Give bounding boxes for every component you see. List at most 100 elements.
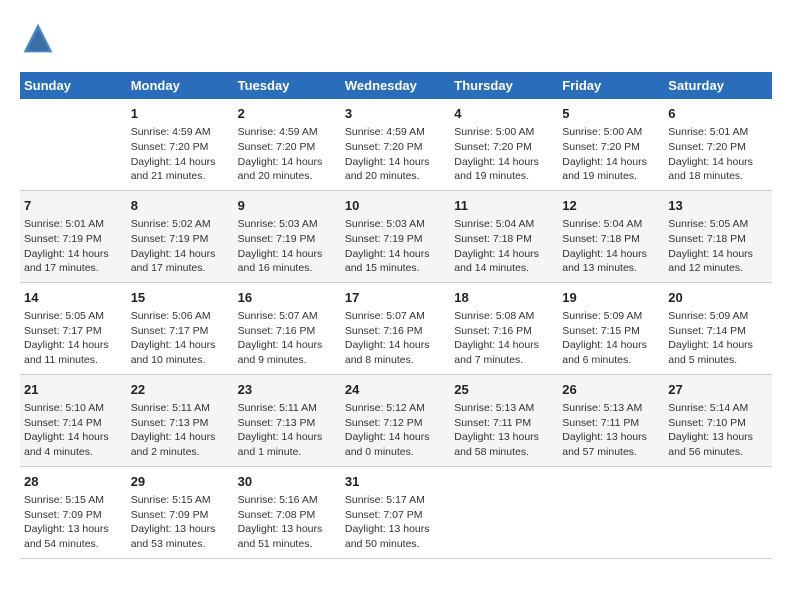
calendar-header: SundayMondayTuesdayWednesdayThursdayFrid…: [20, 72, 772, 99]
calendar-cell: 27Sunrise: 5:14 AMSunset: 7:10 PMDayligh…: [664, 374, 772, 466]
day-detail: Sunrise: 5:13 AMSunset: 7:11 PMDaylight:…: [562, 401, 660, 460]
day-number: 12: [562, 197, 660, 215]
header-cell-friday: Friday: [558, 72, 664, 99]
day-detail: Sunrise: 5:16 AMSunset: 7:08 PMDaylight:…: [238, 493, 337, 552]
calendar-cell: 15 Sunrise: 5:06 AMSunset: 7:17 PMDayligh…: [127, 282, 234, 374]
day-detail: Sunrise: 5:15 AMSunset: 7:09 PMDaylight:…: [24, 493, 123, 552]
day-detail: Sunrise: 5:04 AMSunset: 7:18 PMDaylight:…: [454, 217, 554, 276]
day-number: 22: [131, 381, 230, 399]
day-detail: Sunrise: 4:59 AMSunset: 7:20 PMDaylight:…: [131, 125, 230, 184]
day-number: 11: [454, 197, 554, 215]
day-detail: Sunrise: 5:02 AMSunset: 7:19 PMDaylight:…: [131, 217, 230, 276]
calendar-cell: 26 Sunrise: 5:13 AMSunset: 7:11 PMDayligh…: [558, 374, 664, 466]
logo-icon: [20, 20, 56, 56]
calendar-cell: 23 Sunrise: 5:11 AMSunset: 7:13 PMDayligh…: [234, 374, 341, 466]
day-detail: Sunrise: 5:05 AMSunset: 7:17 PMDaylight:…: [24, 309, 123, 368]
day-number: 28: [24, 473, 123, 491]
day-detail: Sunrise: 5:03 AMSunset: 7:19 PMDaylight:…: [345, 217, 446, 276]
calendar-cell: 25 Sunrise: 5:13 AMSunset: 7:11 PMDayligh…: [450, 374, 558, 466]
day-number: 17: [345, 289, 446, 307]
day-detail: Sunrise: 5:00 AMSunset: 7:20 PMDaylight:…: [562, 125, 660, 184]
calendar-cell: 24 Sunrise: 5:12 AMSunset: 7:12 PMDayligh…: [341, 374, 450, 466]
calendar-cell: 2 Sunrise: 4:59 AMSunset: 7:20 PMDaylight…: [234, 99, 341, 190]
day-number: 21: [24, 381, 123, 399]
day-detail: Sunrise: 5:08 AMSunset: 7:16 PMDaylight:…: [454, 309, 554, 368]
calendar-week-1: 1Sunrise: 4:59 AMSunset: 7:20 PMDaylight…: [20, 99, 772, 190]
day-number: 27: [668, 381, 768, 399]
day-number: 3: [345, 105, 446, 123]
calendar-cell: [558, 466, 664, 558]
calendar-table: SundayMondayTuesdayWednesdayThursdayFrid…: [20, 72, 772, 559]
day-detail: Sunrise: 5:09 AMSunset: 7:14 PMDaylight:…: [668, 309, 768, 368]
day-detail: Sunrise: 5:04 AMSunset: 7:18 PMDaylight:…: [562, 217, 660, 276]
day-detail: Sunrise: 5:17 AMSunset: 7:07 PMDaylight:…: [345, 493, 446, 552]
day-number: 14: [24, 289, 123, 307]
day-detail: Sunrise: 5:11 AMSunset: 7:13 PMDaylight:…: [131, 401, 230, 460]
day-number: 29: [131, 473, 230, 491]
calendar-cell: 17 Sunrise: 5:07 AMSunset: 7:16 PMDayligh…: [341, 282, 450, 374]
day-number: 8: [131, 197, 230, 215]
header-cell-wednesday: Wednesday: [341, 72, 450, 99]
day-detail: Sunrise: 5:05 AMSunset: 7:18 PMDaylight:…: [668, 217, 768, 276]
day-detail: Sunrise: 5:06 AMSunset: 7:17 PMDaylight:…: [131, 309, 230, 368]
calendar-cell: 8 Sunrise: 5:02 AMSunset: 7:19 PMDaylight…: [127, 190, 234, 282]
day-detail: Sunrise: 5:13 AMSunset: 7:11 PMDaylight:…: [454, 401, 554, 460]
calendar-week-3: 14 Sunrise: 5:05 AMSunset: 7:17 PMDayligh…: [20, 282, 772, 374]
header-cell-monday: Monday: [127, 72, 234, 99]
day-number: 26: [562, 381, 660, 399]
day-detail: Sunrise: 4:59 AMSunset: 7:20 PMDaylight:…: [238, 125, 337, 184]
day-number: 25: [454, 381, 554, 399]
day-number: 13: [668, 197, 768, 215]
day-number: 24: [345, 381, 446, 399]
calendar-week-5: 28 Sunrise: 5:15 AMSunset: 7:09 PMDayligh…: [20, 466, 772, 558]
day-number: 2: [238, 105, 337, 123]
day-number: 23: [238, 381, 337, 399]
calendar-body: 1Sunrise: 4:59 AMSunset: 7:20 PMDaylight…: [20, 99, 772, 558]
logo: [20, 20, 60, 56]
calendar-cell: 29 Sunrise: 5:15 AMSunset: 7:09 PMDayligh…: [127, 466, 234, 558]
calendar-cell: 11 Sunrise: 5:04 AMSunset: 7:18 PMDayligh…: [450, 190, 558, 282]
day-number: 30: [238, 473, 337, 491]
day-detail: Sunrise: 5:01 AMSunset: 7:20 PMDaylight:…: [668, 125, 768, 184]
calendar-cell: 9 Sunrise: 5:03 AMSunset: 7:19 PMDaylight…: [234, 190, 341, 282]
day-detail: Sunrise: 5:15 AMSunset: 7:09 PMDaylight:…: [131, 493, 230, 552]
day-number: 5: [562, 105, 660, 123]
day-detail: Sunrise: 5:03 AMSunset: 7:19 PMDaylight:…: [238, 217, 337, 276]
page-header: [20, 20, 772, 56]
day-number: 7: [24, 197, 123, 215]
calendar-cell: 22 Sunrise: 5:11 AMSunset: 7:13 PMDayligh…: [127, 374, 234, 466]
day-detail: Sunrise: 5:07 AMSunset: 7:16 PMDaylight:…: [345, 309, 446, 368]
calendar-cell: 12 Sunrise: 5:04 AMSunset: 7:18 PMDayligh…: [558, 190, 664, 282]
calendar-cell: 19Sunrise: 5:09 AMSunset: 7:15 PMDayligh…: [558, 282, 664, 374]
day-detail: Sunrise: 5:11 AMSunset: 7:13 PMDaylight:…: [238, 401, 337, 460]
day-number: 31: [345, 473, 446, 491]
day-number: 4: [454, 105, 554, 123]
calendar-cell: 5 Sunrise: 5:00 AMSunset: 7:20 PMDaylight…: [558, 99, 664, 190]
header-cell-thursday: Thursday: [450, 72, 558, 99]
day-detail: Sunrise: 5:00 AMSunset: 7:20 PMDaylight:…: [454, 125, 554, 184]
calendar-cell: 31 Sunrise: 5:17 AMSunset: 7:07 PMDayligh…: [341, 466, 450, 558]
day-detail: Sunrise: 5:07 AMSunset: 7:16 PMDaylight:…: [238, 309, 337, 368]
calendar-cell: 20Sunrise: 5:09 AMSunset: 7:14 PMDayligh…: [664, 282, 772, 374]
calendar-cell: 1Sunrise: 4:59 AMSunset: 7:20 PMDaylight…: [127, 99, 234, 190]
header-cell-saturday: Saturday: [664, 72, 772, 99]
calendar-cell: 7Sunrise: 5:01 AMSunset: 7:19 PMDaylight…: [20, 190, 127, 282]
calendar-cell: 16Sunrise: 5:07 AMSunset: 7:16 PMDayligh…: [234, 282, 341, 374]
day-number: 19: [562, 289, 660, 307]
calendar-week-2: 7Sunrise: 5:01 AMSunset: 7:19 PMDaylight…: [20, 190, 772, 282]
calendar-cell: 10 Sunrise: 5:03 AMSunset: 7:19 PMDayligh…: [341, 190, 450, 282]
calendar-cell: 30 Sunrise: 5:16 AMSunset: 7:08 PMDayligh…: [234, 466, 341, 558]
calendar-cell: [664, 466, 772, 558]
calendar-cell: [450, 466, 558, 558]
day-detail: Sunrise: 5:12 AMSunset: 7:12 PMDaylight:…: [345, 401, 446, 460]
day-number: 9: [238, 197, 337, 215]
calendar-cell: 28 Sunrise: 5:15 AMSunset: 7:09 PMDayligh…: [20, 466, 127, 558]
calendar-cell: 18 Sunrise: 5:08 AMSunset: 7:16 PMDayligh…: [450, 282, 558, 374]
calendar-cell: [20, 99, 127, 190]
calendar-cell: 14 Sunrise: 5:05 AMSunset: 7:17 PMDayligh…: [20, 282, 127, 374]
day-number: 15: [131, 289, 230, 307]
header-row: SundayMondayTuesdayWednesdayThursdayFrid…: [20, 72, 772, 99]
day-number: 18: [454, 289, 554, 307]
day-detail: Sunrise: 5:10 AMSunset: 7:14 PMDaylight:…: [24, 401, 123, 460]
day-number: 10: [345, 197, 446, 215]
